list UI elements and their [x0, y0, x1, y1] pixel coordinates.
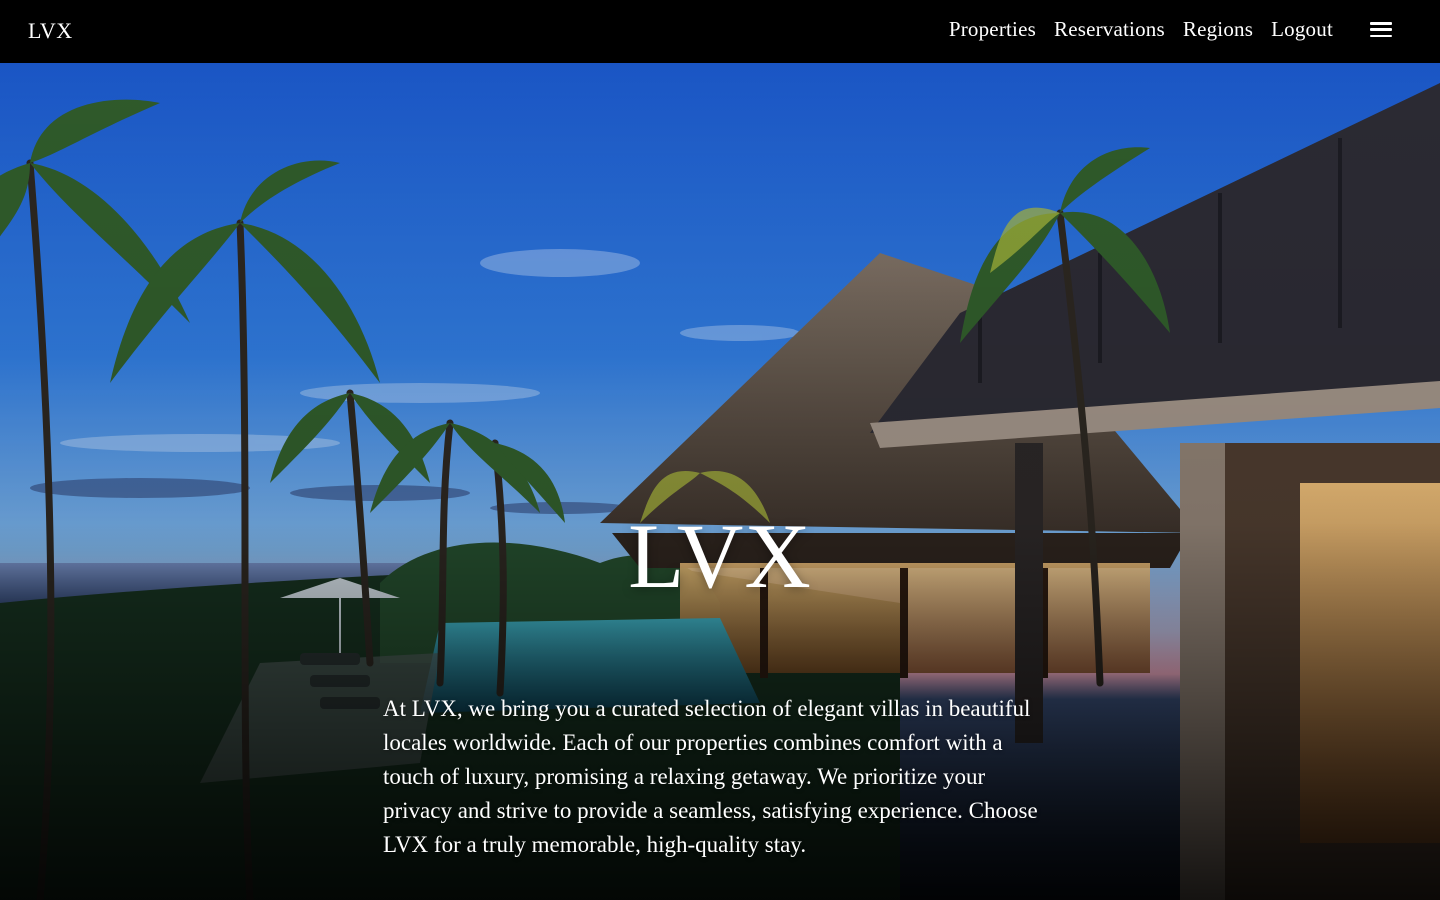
- nav-link-reservations[interactable]: Reservations: [1054, 17, 1165, 42]
- menu-bar-top: [1370, 22, 1392, 25]
- menu-bar-middle: [1370, 28, 1392, 31]
- hero-description: At LVX, we bring you a curated selection…: [383, 696, 1038, 857]
- main-nav: Properties Reservations Regions Logout: [949, 17, 1333, 42]
- hero-title: LVX: [628, 505, 812, 607]
- top-navigation-bar: LVX Properties Reservations Regions Logo…: [0, 0, 1440, 63]
- nav-link-properties[interactable]: Properties: [949, 17, 1036, 42]
- menu-bar-bottom: [1370, 34, 1392, 38]
- brand-logo-link[interactable]: LVX: [28, 18, 73, 44]
- nav-link-regions[interactable]: Regions: [1183, 17, 1253, 42]
- nav-link-logout[interactable]: Logout: [1271, 17, 1333, 42]
- hamburger-menu-icon[interactable]: [1370, 22, 1392, 40]
- hero-section: LVX At LVX, we bring you a curated selec…: [0, 63, 1440, 900]
